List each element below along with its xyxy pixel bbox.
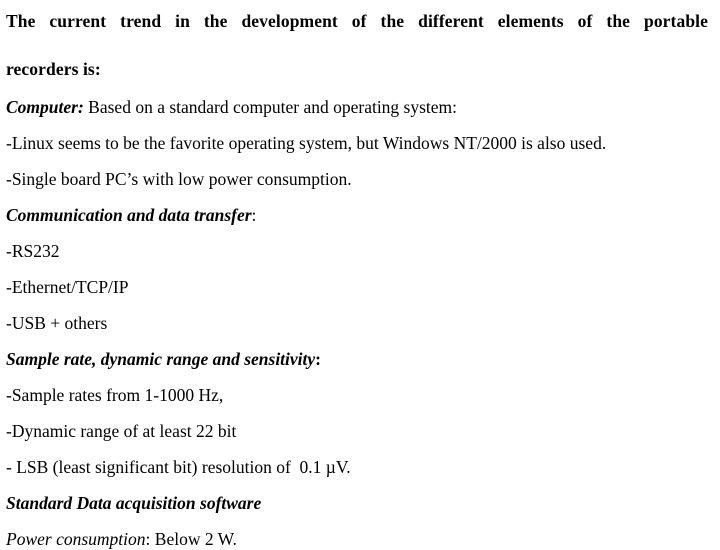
section-label-power: Power consumption — [6, 529, 146, 549]
bullet-rs232: -RS232 — [6, 241, 60, 261]
section-heading-communication: Communication and data transfer: — [6, 205, 710, 226]
section-text-power: Below 2 W. — [150, 529, 237, 549]
page-title-line-1: The current trend in the development of … — [6, 11, 708, 31]
page-title: The current trend in the development of … — [6, 9, 708, 81]
bullet-dynamic-range: -Dynamic range of at least 22 bit — [6, 421, 237, 441]
section-label-communication: Communication and data transfer — [6, 205, 252, 225]
section-heading-computer: Computer: Based on a standard computer a… — [6, 97, 710, 118]
bullet-single-board-pc: -Single board PC’s with low power consum… — [6, 169, 352, 189]
section-heading-sample-rate: Sample rate, dynamic range and sensitivi… — [6, 349, 710, 370]
section-label-computer: Computer: — [6, 97, 84, 117]
section-text-computer: Based on a standard computer and operati… — [83, 97, 458, 117]
bullet-sample-rates: -Sample rates from 1-1000 Hz, — [6, 385, 224, 405]
slide-body: The current trend in the development of … — [0, 0, 720, 549]
section-label-sample-rate: Sample rate, dynamic range and sensitivi… — [6, 349, 316, 369]
bullet-ethernet-tcpip: -Ethernet/TCP/IP — [6, 277, 129, 297]
bullet-usb: -USB + others — [6, 313, 108, 333]
section-label-sample-rate-colon: : — [315, 349, 321, 369]
section-heading-software: Standard Data acquisition software — [6, 493, 710, 514]
section-label-software: Standard Data acquisition software — [6, 493, 262, 513]
bullet-lsb-resolution: - LSB (least significant bit) resolution… — [6, 457, 351, 477]
bullet-linux: -Linux seems to be the favorite operatin… — [6, 133, 607, 153]
section-label-communication-colon: : — [251, 205, 257, 225]
page-title-line-2: recorders is: — [6, 59, 101, 79]
